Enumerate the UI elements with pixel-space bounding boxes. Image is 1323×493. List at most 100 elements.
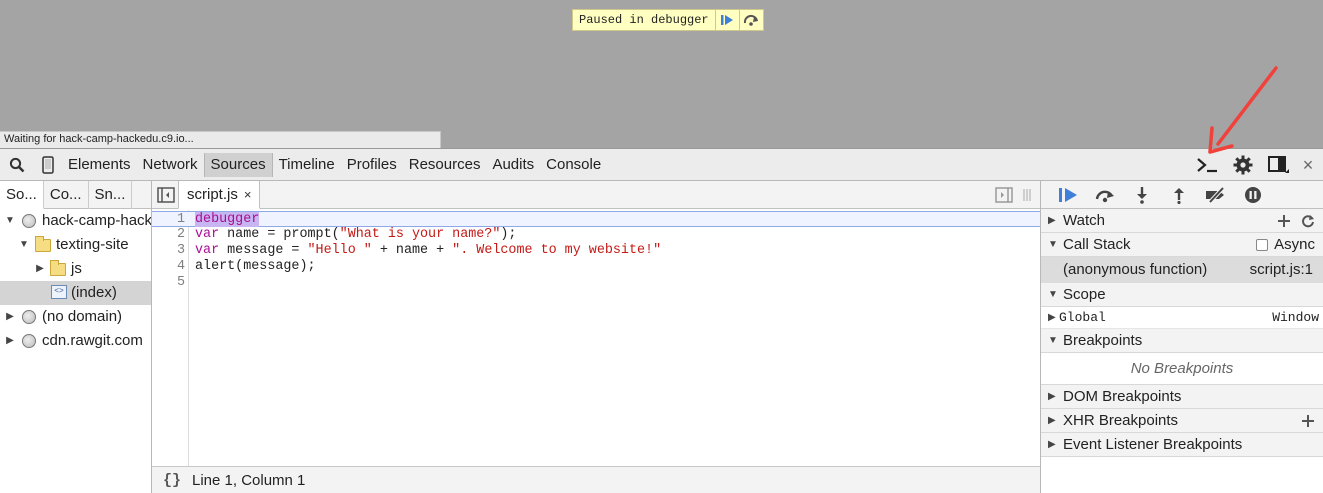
paused-label: Paused in debugger <box>579 13 709 27</box>
line-number: 1 <box>176 212 185 227</box>
tab-network[interactable]: Network <box>137 153 204 177</box>
tree-item-label: (no domain) <box>42 308 123 325</box>
tree-item-label: cdn.rawgit.com <box>42 332 143 349</box>
file-tab-script-js[interactable]: script.js × <box>178 181 261 209</box>
collapsed-triangle-icon: ▶ <box>1048 312 1056 323</box>
event-listener-breakpoints-pane-header[interactable]: ▶ Event Listener Breakpoints <box>1041 433 1323 457</box>
tree-item-domain[interactable]: ▶ (no domain) <box>0 305 151 329</box>
source-editor: script.js × 1 debugger 2 var name = prom… <box>152 181 1040 493</box>
collapsed-triangle-icon: ▶ <box>6 311 14 322</box>
step-out-icon <box>1173 187 1184 204</box>
device-mode-button[interactable] <box>34 149 62 181</box>
breakpoints-pane-header[interactable]: ▼ Breakpoints <box>1041 329 1323 353</box>
code-text: alert(message); <box>195 259 316 274</box>
devtools-panel: Elements Network Sources Timeline Profil… <box>0 148 1323 493</box>
devtools-toolbar: Elements Network Sources Timeline Profil… <box>0 149 1323 181</box>
sources-navigator: So... Co... Sn... ▼ hack-camp-hackedu.c9… <box>0 181 152 493</box>
tab-navigator-content-scripts[interactable]: Co... <box>44 181 89 209</box>
deactivate-breakpoints-icon <box>1205 186 1224 203</box>
collapsed-triangle-icon: ▶ <box>1048 215 1056 226</box>
xhr-actions <box>1301 409 1315 433</box>
line-number: 5 <box>176 275 185 290</box>
resume-button[interactable] <box>1049 181 1086 209</box>
line-number: 2 <box>176 227 185 242</box>
dom-breakpoints-pane-header[interactable]: ▶ DOM Breakpoints <box>1041 385 1323 409</box>
page-viewport: Paused in debugger Waiting for hack-camp… <box>0 0 1323 148</box>
status-bubble: Waiting for hack-camp-hackedu.c9.io... <box>0 131 441 148</box>
step-into-button[interactable] <box>1123 181 1160 209</box>
pane-title: DOM Breakpoints <box>1063 388 1182 405</box>
tab-navigator-sources[interactable]: So... <box>0 181 44 209</box>
code-line[interactable]: 1 debugger <box>152 211 1040 227</box>
line-number: 3 <box>176 243 185 258</box>
add-xhr-breakpoint-icon[interactable] <box>1301 414 1315 428</box>
call-frame-location[interactable]: script.js:1 <box>1250 257 1313 283</box>
pane-title: Watch <box>1063 212 1105 229</box>
tab-navigator-snippets[interactable]: Sn... <box>89 181 133 209</box>
pause-on-exceptions-button[interactable] <box>1234 181 1271 209</box>
toggle-debugger-sidebar-button[interactable] <box>994 186 1014 204</box>
tab-audits[interactable]: Audits <box>486 153 540 177</box>
tab-resources[interactable]: Resources <box>403 153 487 177</box>
code-text: var name = prompt("What is your name?"); <box>195 227 517 242</box>
code-line[interactable]: 4 alert(message); <box>152 259 1040 275</box>
resume-icon <box>721 15 734 25</box>
pane-title: Event Listener Breakpoints <box>1063 436 1243 453</box>
tab-console[interactable]: Console <box>540 153 607 177</box>
pretty-print-button[interactable]: {} <box>152 472 192 489</box>
expanded-triangle-icon: ▼ <box>5 215 15 226</box>
file-tree: ▼ hack-camp-hackedu.c9.io ▼ texting-site… <box>0 209 151 353</box>
red-annotation-arrow <box>1208 66 1278 154</box>
search-icon <box>9 157 25 172</box>
scope-pane-header[interactable]: ▼ Scope <box>1041 283 1323 307</box>
add-watch-icon[interactable] <box>1277 214 1291 228</box>
globe-icon <box>22 334 36 348</box>
scope-global-row[interactable]: ▶ Global Window <box>1041 307 1323 329</box>
close-tab-icon[interactable]: × <box>244 181 252 209</box>
call-stack-pane-header[interactable]: ▼ Call Stack Async <box>1041 233 1323 257</box>
code-line[interactable]: 3 var message = "Hello " + name + ". Wel… <box>152 243 1040 259</box>
tree-item-folder[interactable]: ▼ texting-site <box>0 233 151 257</box>
sidebar-toggle-icon <box>157 187 175 203</box>
code-line[interactable]: 2 var name = prompt("What is your name?"… <box>152 227 1040 243</box>
step-into-icon <box>1136 186 1147 204</box>
pane-title: XHR Breakpoints <box>1063 412 1179 429</box>
toggle-navigator-button[interactable] <box>156 186 176 204</box>
tree-item-domain[interactable]: ▶ cdn.rawgit.com <box>0 329 151 353</box>
inspect-element-button[interactable] <box>0 149 34 181</box>
file-tab-label: script.js <box>187 185 238 203</box>
tab-timeline[interactable]: Timeline <box>273 153 341 177</box>
step-out-button[interactable] <box>1160 181 1197 209</box>
watch-pane-header[interactable]: ▶ Watch <box>1041 209 1323 233</box>
expanded-triangle-icon: ▼ <box>19 239 29 250</box>
tab-profiles[interactable]: Profiles <box>341 153 403 177</box>
async-checkbox[interactable] <box>1256 239 1269 251</box>
pause-on-exceptions-icon <box>1244 186 1261 203</box>
overlay-resume-button[interactable] <box>714 10 739 30</box>
call-frame[interactable]: (anonymous function) script.js:1 <box>1041 257 1323 283</box>
overlay-step-over-button[interactable] <box>738 10 763 30</box>
editor-status-bar: {} Line 1, Column 1 <box>152 466 1040 493</box>
close-devtools-button[interactable]: × <box>1297 149 1319 181</box>
code-area[interactable]: 1 debugger 2 var name = prompt("What is … <box>152 210 1040 466</box>
expanded-triangle-icon: ▼ <box>1048 239 1058 250</box>
refresh-icon[interactable] <box>1301 214 1315 228</box>
expanded-triangle-icon: ▼ <box>1048 289 1058 300</box>
tree-item-domain[interactable]: ▼ hack-camp-hackedu.c9.io <box>0 209 151 233</box>
pane-title: Scope <box>1063 286 1106 303</box>
tab-sources[interactable]: Sources <box>203 152 273 177</box>
step-over-button[interactable] <box>1086 181 1123 209</box>
xhr-breakpoints-pane-header[interactable]: ▶ XHR Breakpoints <box>1041 409 1323 433</box>
editor-more-button[interactable] <box>1020 187 1034 203</box>
code-line[interactable]: 5 <box>152 275 1040 291</box>
tree-item-folder[interactable]: ▶ js <box>0 257 151 281</box>
cursor-position: Line 1, Column 1 <box>192 472 306 489</box>
tree-item-file[interactable]: <> (index) <box>0 281 151 305</box>
tab-elements[interactable]: Elements <box>62 153 137 177</box>
folder-icon <box>35 236 51 252</box>
expanded-triangle-icon: ▼ <box>1048 335 1058 346</box>
deactivate-breakpoints-button[interactable] <box>1197 181 1234 209</box>
async-toggle[interactable]: Async <box>1256 233 1315 257</box>
pane-title: Breakpoints <box>1063 332 1143 349</box>
call-frame-name: (anonymous function) <box>1063 261 1208 278</box>
